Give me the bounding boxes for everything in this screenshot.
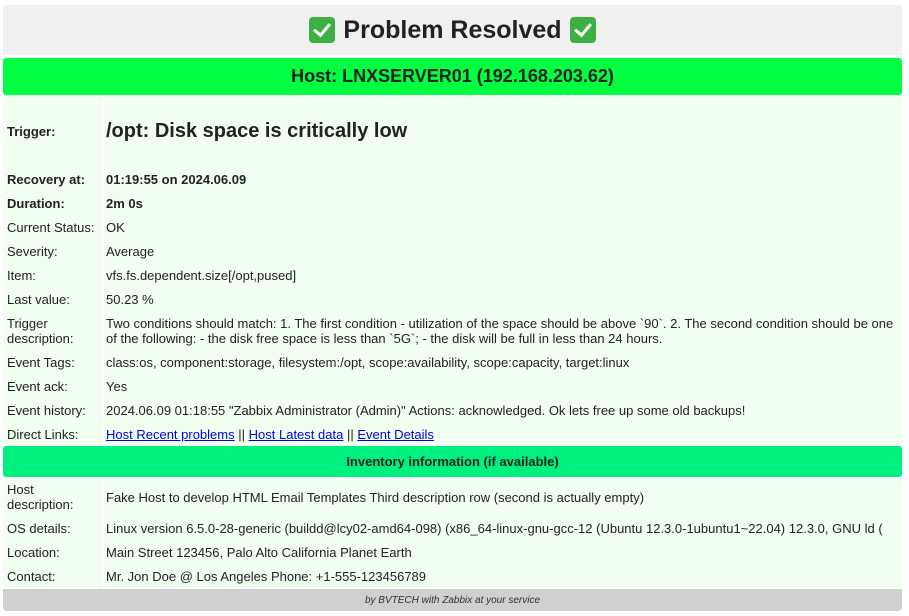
last-value-value: 50.23 % (106, 292, 154, 307)
event-history-label: Event history: (7, 403, 86, 418)
link-separator: || (238, 427, 246, 442)
item-label: Item: (7, 268, 36, 283)
direct-links-label: Direct Links: (7, 427, 79, 442)
host-latest-data-link[interactable]: Host Latest data (249, 427, 344, 442)
event-tags-label: Event Tags: (7, 355, 75, 370)
link-separator: || (346, 427, 354, 442)
host-recent-problems-link[interactable]: Host Recent problems (106, 427, 235, 442)
severity-label: Severity: (7, 244, 58, 259)
host-banner: Host: LNXSERVER01 (192.168.203.62) (3, 58, 902, 95)
email-notification: Problem Resolved Host: LNXSERVER01 (192.… (0, 0, 909, 616)
trigger-description-value: Two conditions should match: 1. The firs… (106, 316, 894, 346)
column-divider (102, 96, 104, 445)
inventory-table: Host description: Fake Host to develop H… (3, 478, 902, 588)
page-title: Problem Resolved (3, 5, 902, 55)
check-mark-icon (569, 17, 596, 43)
event-ack-value: Yes (106, 379, 128, 394)
status-value: OK (106, 220, 125, 235)
host-description-label: Host description: (7, 482, 74, 512)
last-value-label: Last value: (7, 292, 70, 307)
check-mark-icon (309, 17, 336, 43)
duration-value: 2m 0s (106, 196, 143, 211)
status-label: Current Status: (7, 220, 95, 235)
os-details-label: OS details: (7, 521, 71, 536)
direct-links-value: Host Recent problems || Host Latest data… (106, 427, 898, 442)
trigger-description-label: Trigger description: (7, 316, 74, 346)
event-tags-value: class:os, component:storage, filesystem:… (106, 355, 630, 370)
location-value: Main Street 123456, Palo Alto California… (106, 545, 412, 560)
location-label: Location: (7, 545, 60, 560)
footer: by BVTECH with Zabbix at your service (3, 589, 902, 611)
event-ack-label: Event ack: (7, 379, 68, 394)
column-divider (102, 478, 104, 588)
event-details-link[interactable]: Event Details (357, 427, 434, 442)
title-text: Problem Resolved (343, 15, 562, 44)
severity-value: Average (106, 244, 155, 259)
event-details-table: Trigger: /opt: Disk space is critically … (3, 96, 902, 445)
trigger-name: /opt: Disk space is critically low (106, 120, 408, 142)
duration-label: Duration: (7, 196, 65, 211)
host-description-value: Fake Host to develop HTML Email Template… (106, 490, 645, 505)
contact-value: Mr. Jon Doe @ Los Angeles Phone: +1-555-… (106, 569, 427, 584)
contact-label: Contact: (7, 569, 56, 584)
trigger-label: Trigger: (7, 124, 56, 139)
recovery-value: 01:19:55 on 2024.06.09 (106, 172, 247, 187)
inventory-header: Inventory information (if available) (3, 446, 902, 477)
event-history-value: 2024.06.09 01:18:55 "Zabbix Administrato… (106, 403, 746, 418)
item-value: vfs.fs.dependent.size[/opt,pused] (106, 268, 297, 283)
os-details-value: Linux version 6.5.0-28-generic (buildd@l… (106, 521, 883, 536)
recovery-label: Recovery at: (7, 172, 86, 187)
